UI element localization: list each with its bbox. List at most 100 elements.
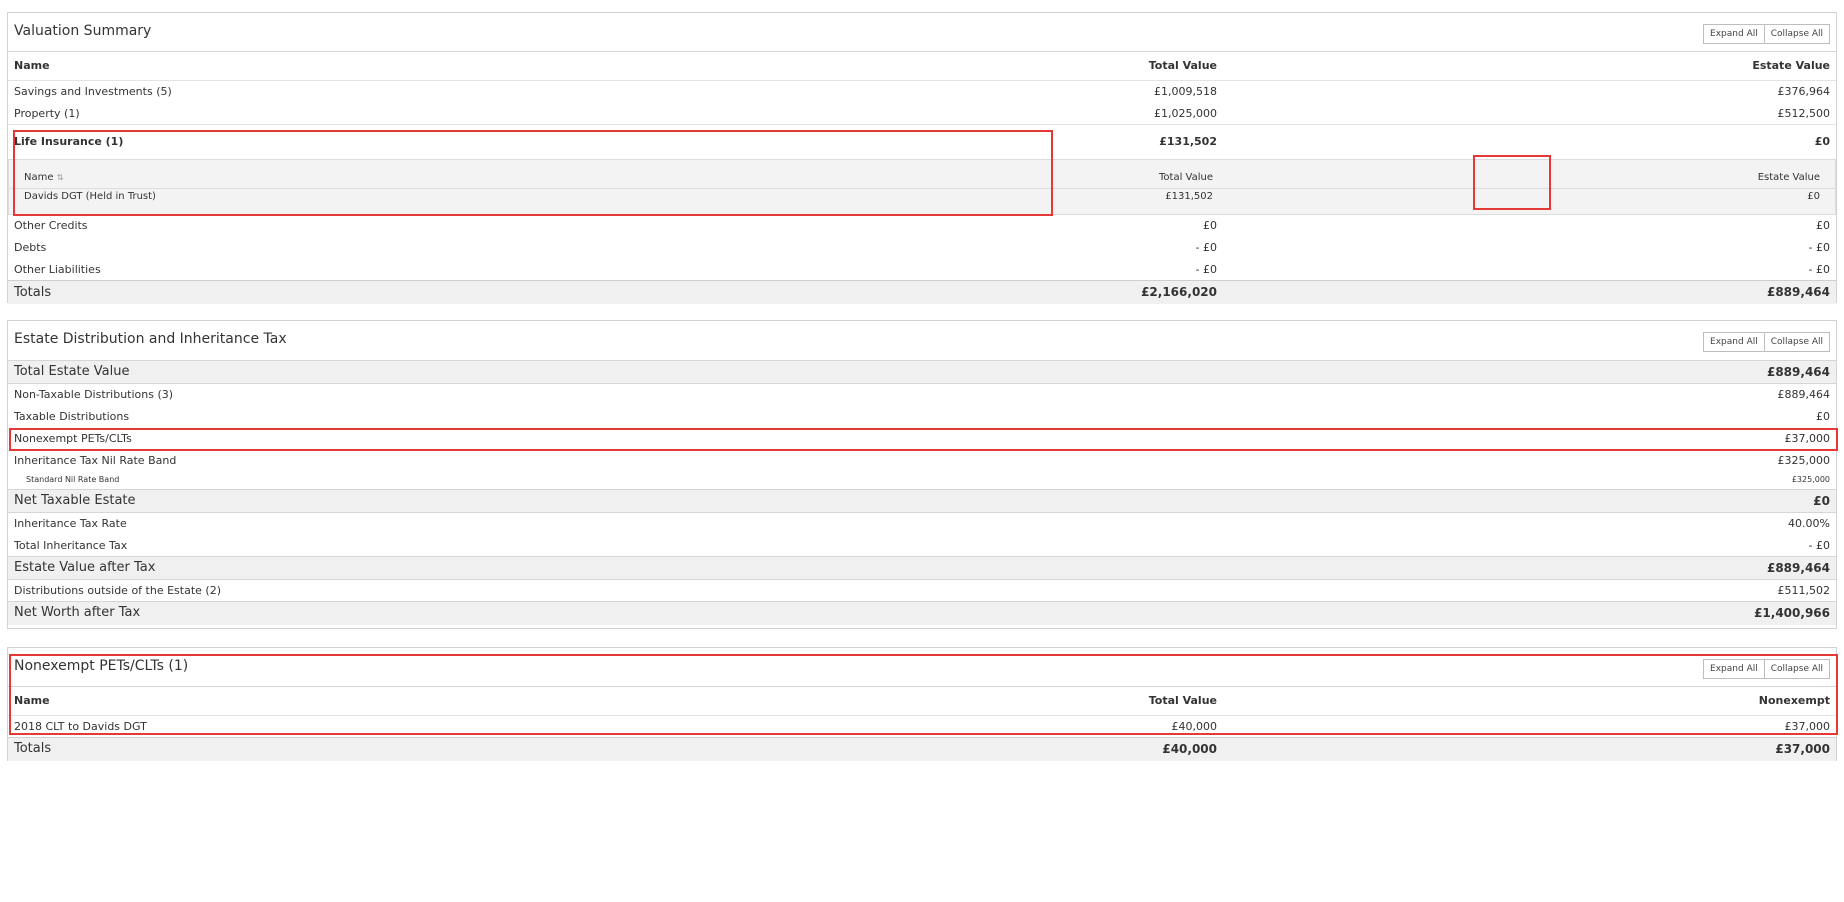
table-row[interactable]: Inheritance Tax Nil Rate Band £325,000: [8, 450, 1836, 472]
totals-total-value: £40,000: [1162, 742, 1217, 756]
column-header-total-value[interactable]: Total Value: [1149, 687, 1217, 715]
table-header-row: Name Total Value Nonexempt: [8, 687, 1836, 716]
expand-all-button[interactable]: Expand All: [1703, 24, 1765, 44]
row-estate-value: - £0: [1808, 263, 1830, 276]
panel-title: Estate Distribution and Inheritance Tax: [14, 331, 287, 347]
valuation-summary-panel: Valuation Summary Expand All Collapse Al…: [7, 12, 1837, 304]
row-name: Taxable Distributions: [14, 410, 130, 423]
row-value: £325,000: [1791, 475, 1830, 484]
row-name: 2018 CLT to Davids DGT: [14, 720, 147, 733]
row-value: £0: [1816, 410, 1830, 423]
table-row[interactable]: Property (1) £1,025,000 £512,500: [8, 103, 1836, 125]
row-name: Non-Taxable Distributions (3): [14, 388, 174, 401]
row-name: Estate Value after Tax: [14, 560, 156, 575]
row-name: Life Insurance (1): [14, 135, 124, 148]
row-name: Property (1): [14, 107, 80, 120]
row-estate-value: - £0: [1808, 241, 1830, 254]
row-name: Debts: [14, 241, 47, 254]
table-row[interactable]: 2018 CLT to Davids DGT £40,000 £37,000: [8, 716, 1836, 738]
row-name: Total Inheritance Tax: [14, 539, 128, 552]
row-value: £0: [1813, 494, 1830, 508]
row-name: Davids DGT (Held in Trust): [24, 191, 156, 202]
row-estate-value: £0: [1816, 219, 1830, 232]
expand-collapse-group: Expand All Collapse All: [1703, 24, 1830, 44]
panel-title: Valuation Summary: [14, 23, 152, 39]
row-value: £1,400,966: [1754, 606, 1830, 620]
row-value: £511,502: [1777, 584, 1831, 597]
sort-icon[interactable]: ⇅: [57, 173, 64, 182]
table-row[interactable]: Non-Taxable Distributions (3) £889,464: [8, 384, 1836, 406]
row-value: £889,464: [1766, 365, 1830, 379]
estate-distribution-panel: Estate Distribution and Inheritance Tax …: [7, 320, 1837, 629]
table-row[interactable]: Distributions outside of the Estate (2) …: [8, 580, 1836, 602]
table-row[interactable]: Other Credits £0 £0: [8, 215, 1836, 237]
row-total-value: £0: [1203, 219, 1217, 232]
row-name: Other Credits: [14, 219, 88, 232]
row-estate-value: £376,964: [1777, 85, 1831, 98]
nested-table-header: Name ⇅ Total Value Estate Value: [9, 160, 1835, 189]
totals-nonexempt: £37,000: [1775, 742, 1830, 756]
summary-row-estate-value-after-tax: Estate Value after Tax £889,464: [8, 557, 1836, 580]
row-name: Inheritance Tax Nil Rate Band: [14, 454, 177, 467]
row-value: 40.00%: [1788, 517, 1830, 530]
row-value: - £0: [1808, 539, 1830, 552]
expand-collapse-group: Expand All Collapse All: [1703, 659, 1830, 679]
row-total-value: £1,025,000: [1154, 107, 1217, 120]
table-row-nonexempt-pets[interactable]: Nonexempt PETs/CLTs £37,000: [8, 428, 1836, 450]
table-header-row: Name Total Value Estate Value: [8, 52, 1836, 81]
table-row[interactable]: Debts - £0 - £0: [8, 237, 1836, 259]
column-header-name[interactable]: Name: [14, 52, 50, 80]
row-name: Nonexempt PETs/CLTs: [14, 432, 132, 445]
column-header-nonexempt[interactable]: Nonexempt: [1759, 687, 1830, 715]
nonexempt-pets-panel: Nonexempt PETs/CLTs (1) Expand All Colla…: [7, 647, 1837, 761]
totals-estate-value: £889,464: [1766, 285, 1830, 299]
nested-header-name-label: Name: [24, 172, 54, 183]
expand-collapse-group: Expand All Collapse All: [1703, 332, 1830, 352]
row-estate-value: £0: [1807, 191, 1820, 202]
totals-label: Totals: [14, 285, 52, 300]
row-name: Standard Nil Rate Band: [26, 475, 120, 484]
table-row-sub[interactable]: Standard Nil Rate Band £325,000: [8, 472, 1836, 490]
panel-header: Nonexempt PETs/CLTs (1) Expand All Colla…: [8, 648, 1836, 687]
panel-title: Nonexempt PETs/CLTs (1): [14, 658, 189, 674]
column-header-name[interactable]: Name: [14, 687, 50, 715]
row-value: £889,464: [1777, 388, 1831, 401]
row-total-value: - £0: [1195, 241, 1217, 254]
table-row[interactable]: Taxable Distributions £0: [8, 406, 1836, 428]
summary-row-total-estate-value: Total Estate Value £889,464: [8, 361, 1836, 384]
nested-table-row[interactable]: Davids DGT (Held in Trust) £131,502 £0: [9, 189, 1835, 213]
row-name: Distributions outside of the Estate (2): [14, 584, 221, 597]
expand-all-button[interactable]: Expand All: [1703, 332, 1765, 352]
row-estate-value: £0: [1814, 135, 1830, 148]
row-total-value: £1,009,518: [1154, 85, 1217, 98]
panel-header: Estate Distribution and Inheritance Tax …: [8, 321, 1836, 361]
row-name: Other Liabilities: [14, 263, 101, 276]
row-total-value: £131,502: [1159, 135, 1217, 148]
row-estate-value: £512,500: [1777, 107, 1831, 120]
collapse-all-button[interactable]: Collapse All: [1764, 659, 1830, 679]
table-row[interactable]: Inheritance Tax Rate 40.00%: [8, 513, 1836, 535]
table-row[interactable]: Other Liabilities - £0 - £0: [8, 259, 1836, 281]
life-insurance-detail: Name ⇅ Total Value Estate Value Davids D…: [8, 159, 1836, 215]
life-insurance-group-row[interactable]: Life Insurance (1) £131,502 £0: [8, 125, 1836, 159]
row-total-value: £131,502: [1165, 191, 1213, 202]
table-row[interactable]: Savings and Investments (5) £1,009,518 £…: [8, 81, 1836, 103]
panel-header: Valuation Summary Expand All Collapse Al…: [8, 13, 1836, 52]
totals-label: Totals: [14, 741, 52, 756]
expand-all-button[interactable]: Expand All: [1703, 659, 1765, 679]
column-header-total-value[interactable]: Total Value: [1149, 52, 1217, 80]
table-row[interactable]: Total Inheritance Tax - £0: [8, 535, 1836, 557]
collapse-all-button[interactable]: Collapse All: [1764, 332, 1830, 352]
row-total-value: £40,000: [1171, 720, 1218, 733]
totals-row: Totals £40,000 £37,000: [8, 738, 1836, 761]
summary-row-net-taxable-estate: Net Taxable Estate £0: [8, 490, 1836, 513]
totals-total-value: £2,166,020: [1141, 285, 1217, 299]
row-name: Total Estate Value: [14, 364, 130, 379]
column-header-estate-value[interactable]: Estate Value: [1752, 52, 1830, 80]
row-value: £889,464: [1766, 561, 1830, 575]
row-nonexempt: £37,000: [1784, 720, 1831, 733]
row-name: Net Taxable Estate: [14, 493, 136, 508]
collapse-all-button[interactable]: Collapse All: [1764, 24, 1830, 44]
nested-table: Name ⇅ Total Value Estate Value Davids D…: [8, 159, 1836, 215]
totals-row: Totals £2,166,020 £889,464: [8, 281, 1836, 304]
